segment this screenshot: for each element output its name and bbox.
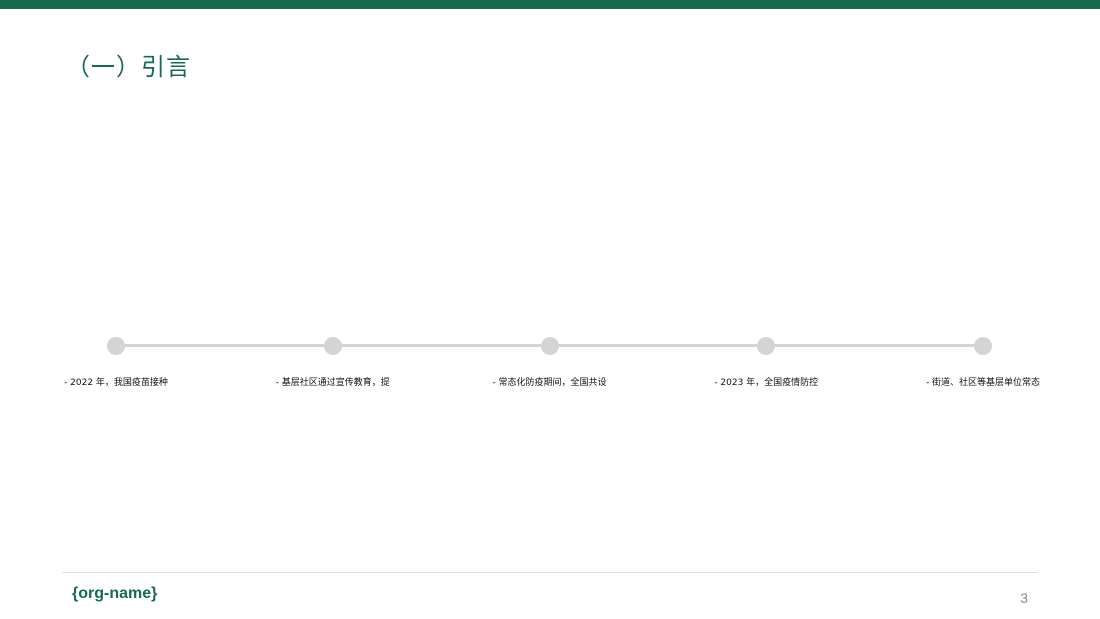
- timeline: - 2022 年，我国疫苗接种 - 基层社区通过宣传教育，提 - 常态化防疫期间，全…: [0, 0, 1100, 619]
- page-number: 3: [1020, 590, 1028, 606]
- org-name: {org-name}: [72, 585, 158, 602]
- timeline-connector: [766, 344, 983, 347]
- timeline-connector: [116, 344, 333, 347]
- slide: （一）引言 - 2022 年，我国疫苗接种 - 基层社区通过宣传教育，提 - 常态化…: [0, 0, 1100, 619]
- timeline-node: [540, 337, 559, 355]
- timeline-label: - 基层社区通过宣传教育，提: [275, 378, 390, 388]
- timeline-label: - 街道、社区等基层单位常态: [925, 378, 1041, 388]
- timeline-node: [107, 337, 125, 355]
- timeline-connector: [549, 344, 767, 347]
- timeline-label: - 常态化防疫期间，全国共设: [492, 378, 607, 388]
- timeline-node: [757, 337, 776, 355]
- timeline-node: [323, 337, 342, 355]
- timeline-connector: [332, 344, 550, 347]
- timeline-label: - 2023 年，全国疫情防控: [714, 378, 819, 388]
- footer-divider: [62, 572, 1038, 573]
- timeline-label: - 2022 年，我国疫苗接种: [64, 378, 168, 388]
- timeline-node: [974, 337, 992, 355]
